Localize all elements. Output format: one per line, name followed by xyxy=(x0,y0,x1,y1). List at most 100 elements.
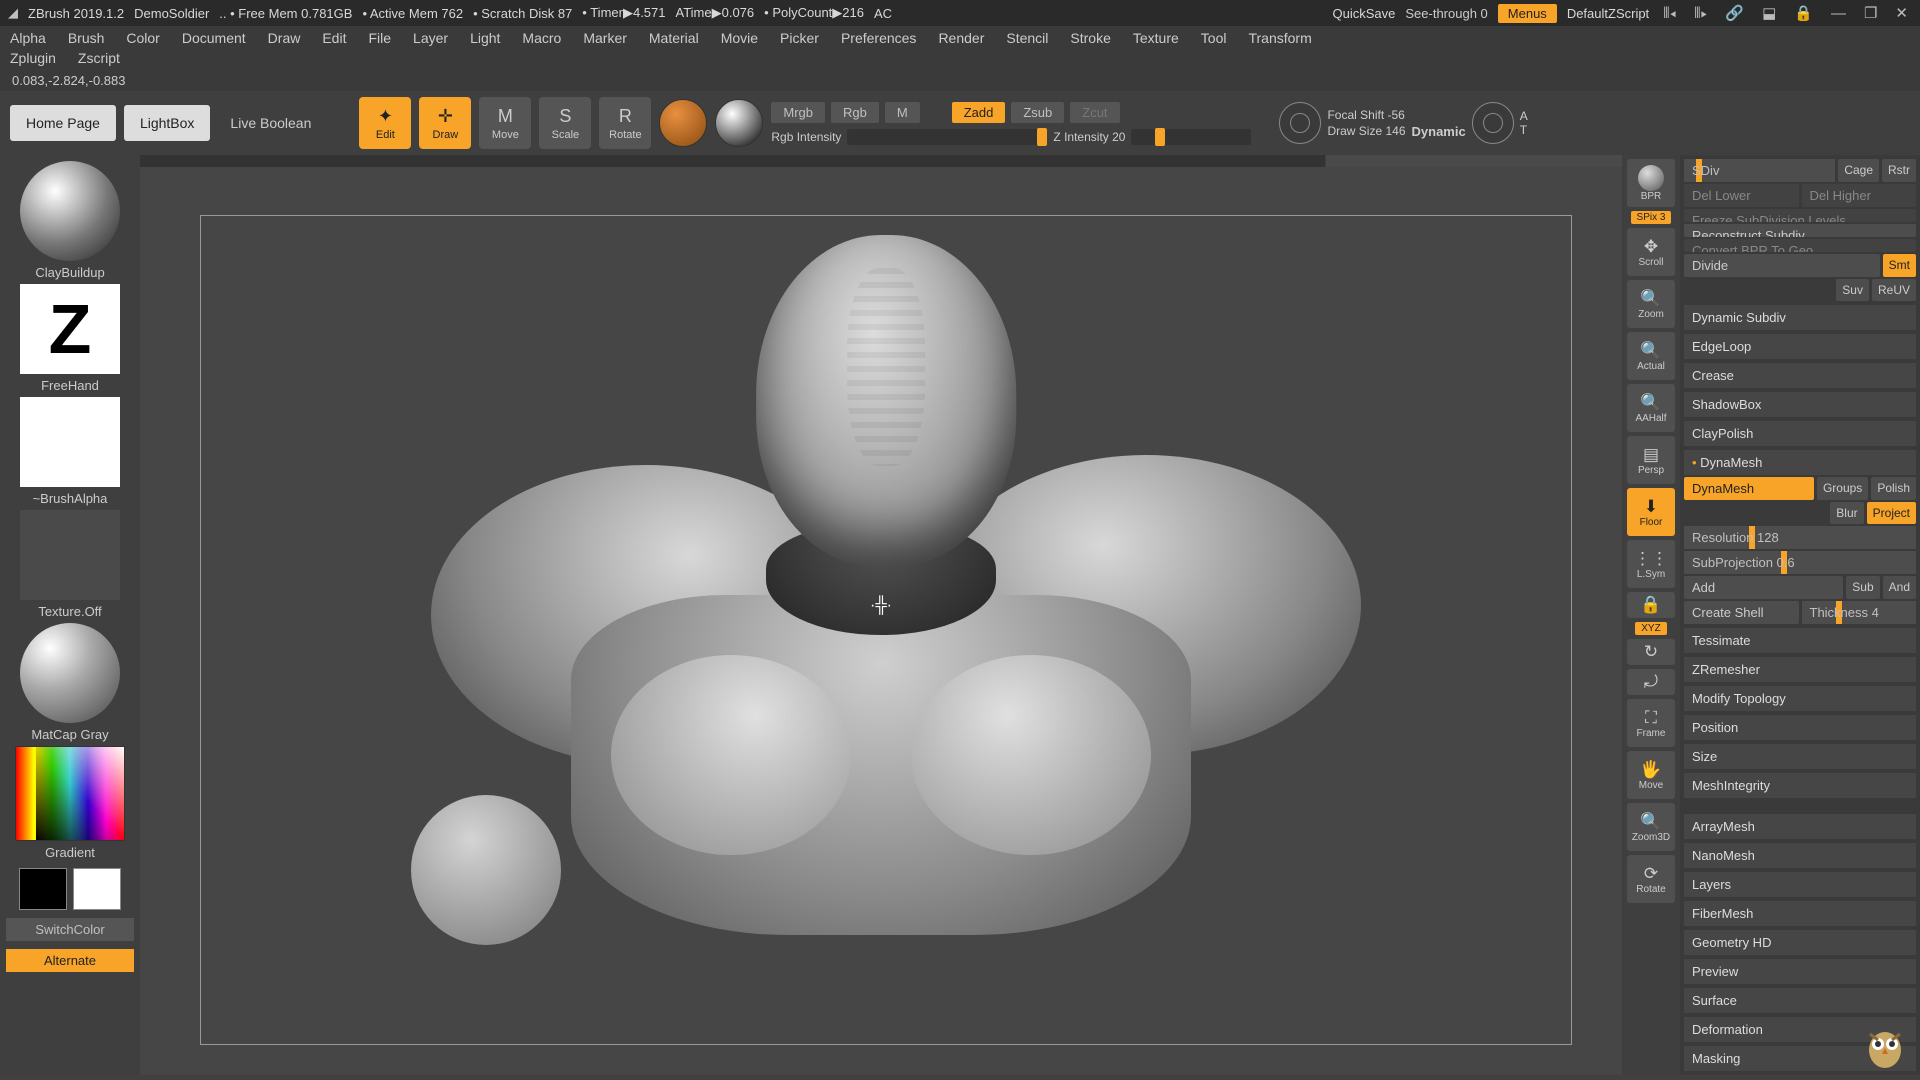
switch-color-button[interactable]: SwitchColor xyxy=(6,918,134,941)
lock-icon-button[interactable]: 🔒 xyxy=(1627,592,1675,618)
resolution-slider[interactable]: Resolution 128 xyxy=(1684,526,1916,549)
section-fibermesh[interactable]: FiberMesh xyxy=(1684,901,1916,926)
live-boolean-button[interactable]: Live Boolean xyxy=(218,105,323,141)
gradient-label[interactable]: Gradient xyxy=(45,845,95,860)
letter-a[interactable]: A xyxy=(1520,109,1528,123)
menu-preferences[interactable]: Preferences xyxy=(841,30,916,46)
canvas[interactable]: ·╬· xyxy=(140,155,1622,1075)
menu-brush[interactable]: Brush xyxy=(68,30,105,46)
collapse-icon[interactable]: ⬓ xyxy=(1758,4,1780,22)
zoom-button[interactable]: 🔍Zoom xyxy=(1627,280,1675,328)
sdiv-slider[interactable]: SDiv xyxy=(1684,159,1835,182)
link-icon[interactable]: 🔗 xyxy=(1721,4,1748,22)
menu-stencil[interactable]: Stencil xyxy=(1006,30,1048,46)
section-size[interactable]: Size xyxy=(1684,744,1916,769)
section-crease[interactable]: Crease xyxy=(1684,363,1916,388)
convert-bpr-button[interactable]: Convert BPR To Geo xyxy=(1684,239,1916,252)
letter-t[interactable]: T xyxy=(1520,123,1528,137)
and-button[interactable]: And xyxy=(1883,576,1916,599)
palette-left-icon[interactable]: ⫴◂ xyxy=(1659,5,1680,22)
brush-swatch[interactable] xyxy=(20,161,120,261)
section-dynamesh[interactable]: DynaMesh xyxy=(1684,450,1916,475)
cage-button[interactable]: Cage xyxy=(1838,159,1879,182)
menu-light[interactable]: Light xyxy=(470,30,500,46)
section-arraymesh[interactable]: ArrayMesh xyxy=(1684,814,1916,839)
menu-macro[interactable]: Macro xyxy=(522,30,561,46)
section-surface[interactable]: Surface xyxy=(1684,988,1916,1013)
menu-zscript[interactable]: Zscript xyxy=(78,50,120,66)
section-geometry-hd[interactable]: Geometry HD xyxy=(1684,930,1916,955)
quicksave-button[interactable]: QuickSave xyxy=(1333,6,1396,21)
menu-alpha[interactable]: Alpha xyxy=(10,30,46,46)
create-shell-button[interactable]: Create Shell xyxy=(1684,601,1799,624)
focal-shift-icon[interactable] xyxy=(1279,102,1321,144)
menu-draw[interactable]: Draw xyxy=(268,30,301,46)
menu-edit[interactable]: Edit xyxy=(322,30,346,46)
zadd-button[interactable]: Zadd xyxy=(952,102,1006,123)
alpha-swatch[interactable] xyxy=(20,397,120,487)
frame-button[interactable]: ⛶Frame xyxy=(1627,699,1675,747)
rstr-button[interactable]: Rstr xyxy=(1882,159,1916,182)
menu-render[interactable]: Render xyxy=(938,30,984,46)
edit-mode-button[interactable]: ✦Edit xyxy=(359,97,411,149)
menu-movie[interactable]: Movie xyxy=(721,30,758,46)
lsym-button[interactable]: ⋮⋮L.Sym xyxy=(1627,540,1675,588)
project-button[interactable]: Project xyxy=(1867,502,1916,524)
gizmo-3d-button[interactable] xyxy=(659,99,707,147)
zcut-button[interactable]: Zcut xyxy=(1070,102,1119,123)
actual-button[interactable]: 🔍Actual xyxy=(1627,332,1675,380)
blur-button[interactable]: Blur xyxy=(1830,502,1863,524)
suv-button[interactable]: Suv xyxy=(1836,279,1869,301)
menu-stroke[interactable]: Stroke xyxy=(1070,30,1110,46)
color-picker[interactable] xyxy=(15,746,125,841)
primary-color-swatch[interactable] xyxy=(73,868,121,910)
home-page-button[interactable]: Home Page xyxy=(10,105,116,141)
lock-icon[interactable]: 🔒 xyxy=(1790,4,1817,22)
section-claypolish[interactable]: ClayPolish xyxy=(1684,421,1916,446)
section-modify-topology[interactable]: Modify Topology xyxy=(1684,686,1916,711)
section-preview[interactable]: Preview xyxy=(1684,959,1916,984)
section-tessimate[interactable]: Tessimate xyxy=(1684,628,1916,653)
menu-transform[interactable]: Transform xyxy=(1248,30,1311,46)
rgb-intensity-slider[interactable] xyxy=(847,129,1047,145)
lightbox-button[interactable]: LightBox xyxy=(124,105,210,141)
menu-document[interactable]: Document xyxy=(182,30,246,46)
groups-button[interactable]: Groups xyxy=(1817,477,1868,500)
section-shadowbox[interactable]: ShadowBox xyxy=(1684,392,1916,417)
close-icon[interactable]: ✕ xyxy=(1891,4,1912,22)
rotate-z-icon[interactable]: ⤾ xyxy=(1627,669,1675,695)
rotate-mode-button[interactable]: RRotate xyxy=(599,97,651,149)
see-through-slider[interactable]: See-through 0 xyxy=(1405,6,1487,21)
section-position[interactable]: Position xyxy=(1684,715,1916,740)
menu-tool[interactable]: Tool xyxy=(1201,30,1227,46)
reuv-button[interactable]: ReUV xyxy=(1872,279,1916,301)
floor-button[interactable]: ⬇Floor xyxy=(1627,488,1675,536)
section-dynamic-subdiv[interactable]: Dynamic Subdiv xyxy=(1684,305,1916,330)
move-3d-button[interactable]: 🖐Move xyxy=(1627,751,1675,799)
scroll-button[interactable]: ✥Scroll xyxy=(1627,228,1675,276)
sub-button[interactable]: Sub xyxy=(1846,576,1879,599)
minimize-icon[interactable]: — xyxy=(1827,5,1850,22)
del-lower-button[interactable]: Del Lower xyxy=(1684,184,1799,207)
zsub-button[interactable]: Zsub xyxy=(1011,102,1064,123)
aahalf-button[interactable]: 🔍AAHalf xyxy=(1627,384,1675,432)
move-mode-button[interactable]: MMove xyxy=(479,97,531,149)
default-zscript[interactable]: DefaultZScript xyxy=(1567,6,1649,21)
menu-texture[interactable]: Texture xyxy=(1133,30,1179,46)
draw-mode-button[interactable]: ✛Draw xyxy=(419,97,471,149)
polish-button[interactable]: Polish xyxy=(1871,477,1916,500)
reconstruct-subdiv-button[interactable]: Reconstruct Subdiv xyxy=(1684,224,1916,237)
alternate-button[interactable]: Alternate xyxy=(6,949,134,972)
maximize-icon[interactable]: ❐ xyxy=(1860,4,1881,22)
rotate-3d-button[interactable]: ⟳Rotate xyxy=(1627,855,1675,903)
freeze-subd-button[interactable]: Freeze SubDivision Levels xyxy=(1684,209,1916,222)
mrgb-button[interactable]: Mrgb xyxy=(771,102,825,123)
menu-file[interactable]: File xyxy=(368,30,391,46)
subprojection-slider[interactable]: SubProjection 0.6 xyxy=(1684,551,1916,574)
persp-button[interactable]: ▤Persp xyxy=(1627,436,1675,484)
menu-color[interactable]: Color xyxy=(126,30,159,46)
dynamesh-button[interactable]: DynaMesh xyxy=(1684,477,1814,500)
spix-slider[interactable]: SPix 3 xyxy=(1631,211,1672,224)
scale-mode-button[interactable]: SScale xyxy=(539,97,591,149)
bpr-button[interactable]: BPR xyxy=(1627,159,1675,207)
